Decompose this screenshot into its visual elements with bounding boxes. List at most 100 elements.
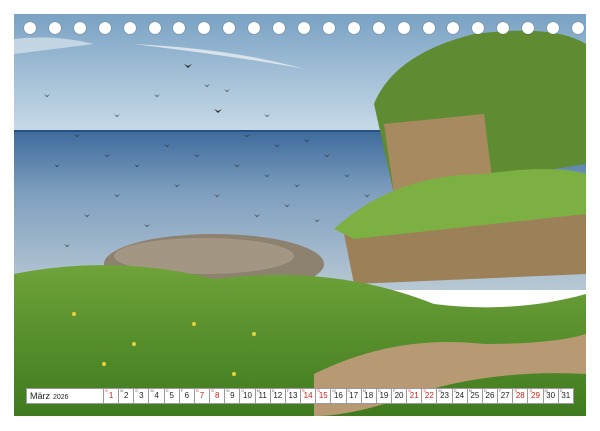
day-cell: F 20: [391, 388, 408, 404]
year-label: 2026: [53, 394, 69, 401]
day-cell: M9: [225, 388, 241, 404]
day-number: 10: [243, 391, 252, 400]
day-number: 1: [108, 391, 114, 400]
day-cell: S 29: [528, 388, 544, 404]
day-cell: D 10: [240, 388, 256, 404]
weekday-letter: M: [438, 388, 442, 393]
day-number: 15: [318, 391, 328, 400]
day-cell: S 22: [422, 388, 438, 404]
day-cell: D 19: [376, 388, 392, 404]
binding-ring: [397, 22, 410, 34]
binding-ring: [98, 22, 111, 34]
day-cell: M 30: [543, 388, 559, 404]
binding-ring: [24, 22, 36, 34]
weekday-letter: M: [120, 388, 124, 393]
day-number: 21: [409, 391, 419, 400]
day-number: 13: [288, 391, 298, 400]
day-number: 22: [424, 391, 434, 400]
day-number: 2: [124, 391, 129, 400]
day-number: 20: [394, 391, 404, 400]
calendar-page: März 2026 S 1 M 2 D 3 M 4 D 5 F 6 S 7 S 8 M 9 D 10 M 11 D 12 F 13 S…: [0, 0, 600, 431]
coast-scene: [14, 14, 586, 416]
day-cell: M4: [149, 388, 165, 404]
day-number: 4: [154, 391, 159, 400]
weekday-letter: M: [362, 388, 366, 393]
month-name: März: [30, 391, 50, 401]
binding-ring: [248, 22, 261, 34]
weekday-letter: D: [347, 388, 351, 393]
day-cell: S1: [104, 388, 120, 404]
weekday-letter: S: [211, 388, 214, 393]
weekday-letter: S: [195, 388, 199, 393]
day-cell: M 23: [437, 388, 453, 404]
weekday-letter: S: [302, 388, 305, 393]
weekday-letter: F: [180, 388, 184, 393]
binding-ring: [347, 22, 360, 34]
weekday-letter: M: [226, 388, 230, 393]
weekday-letter: F: [286, 388, 290, 393]
weekday-letter: D: [271, 388, 275, 393]
weekday-letter: S: [317, 388, 320, 393]
weekday-letter: D: [135, 388, 139, 393]
binding-rings: [14, 22, 586, 40]
day-cell: F6: [179, 388, 195, 404]
day-cell: S 14: [301, 388, 317, 404]
binding-ring: [447, 22, 460, 34]
day-cell: S 28: [513, 388, 529, 404]
binding-ring: [298, 22, 310, 34]
day-number: 6: [184, 391, 190, 400]
binding-ring: [173, 22, 186, 34]
weekday-letter: S: [514, 388, 517, 393]
binding-ring: [123, 22, 136, 34]
day-cells: S 1 M 2 D 3 M 4 D 5 F 6 S 7 S 8 M 9 D 10 M 11 D 12 F 13 S 14 S 15 M 16 D…: [104, 388, 574, 404]
binding-ring: [148, 22, 161, 34]
weekday-letter: M: [468, 388, 473, 393]
binding-ring: [497, 22, 510, 34]
weekday-letter: M: [332, 388, 336, 393]
day-number: 5: [169, 391, 174, 400]
binding-ring: [547, 22, 560, 34]
day-number: 28: [515, 391, 525, 400]
day-cell: F 13: [285, 388, 302, 404]
day-cell: M 11: [255, 388, 271, 404]
day-number: 27: [500, 391, 510, 400]
day-number: 3: [139, 391, 144, 400]
binding-ring: [422, 22, 435, 34]
weekday-letter: S: [529, 388, 533, 393]
weekday-letter: M: [150, 388, 154, 393]
weekday-letter: D: [559, 388, 563, 393]
binding-ring: [223, 22, 236, 34]
day-cell: D 26: [482, 388, 499, 404]
binding-ring: [322, 22, 335, 34]
day-cell: D 12: [270, 388, 286, 404]
day-cell: D 24: [452, 388, 468, 404]
day-cell: F 27: [498, 388, 514, 404]
day-cell: D5: [164, 388, 180, 404]
weekday-letter: D: [483, 388, 487, 393]
binding-ring: [73, 22, 86, 34]
day-cell: M 18: [361, 388, 377, 404]
weekday-letter: F: [392, 388, 396, 393]
day-cell: D3: [134, 388, 150, 404]
day-number: 9: [230, 391, 235, 400]
binding-ring: [572, 22, 584, 34]
day-cell: M 25: [467, 388, 483, 404]
binding-ring: [522, 22, 535, 34]
weekday-letter: S: [423, 388, 426, 393]
day-cell: M 16: [331, 388, 347, 404]
day-cell: S7: [194, 388, 211, 404]
binding-ring: [273, 22, 286, 34]
weekday-letter: F: [499, 388, 502, 393]
day-cell: S 21: [407, 388, 423, 404]
binding-ring: [48, 22, 61, 34]
binding-ring: [372, 22, 385, 34]
weekday-letter: D: [453, 388, 457, 393]
weekday-letter: S: [408, 388, 411, 393]
day-number: 7: [199, 391, 205, 400]
calendar-strip: März 2026 S 1 M 2 D 3 M 4 D 5 F 6 S 7 S 8 M 9 D 10 M 11 D 12 F 13 S…: [26, 388, 574, 404]
weekday-letter: D: [377, 388, 381, 393]
weekday-letter: S: [105, 388, 108, 393]
day-cell: D 17: [346, 388, 362, 404]
day-cell: D 31: [558, 388, 574, 404]
day-number: 17: [349, 391, 359, 400]
